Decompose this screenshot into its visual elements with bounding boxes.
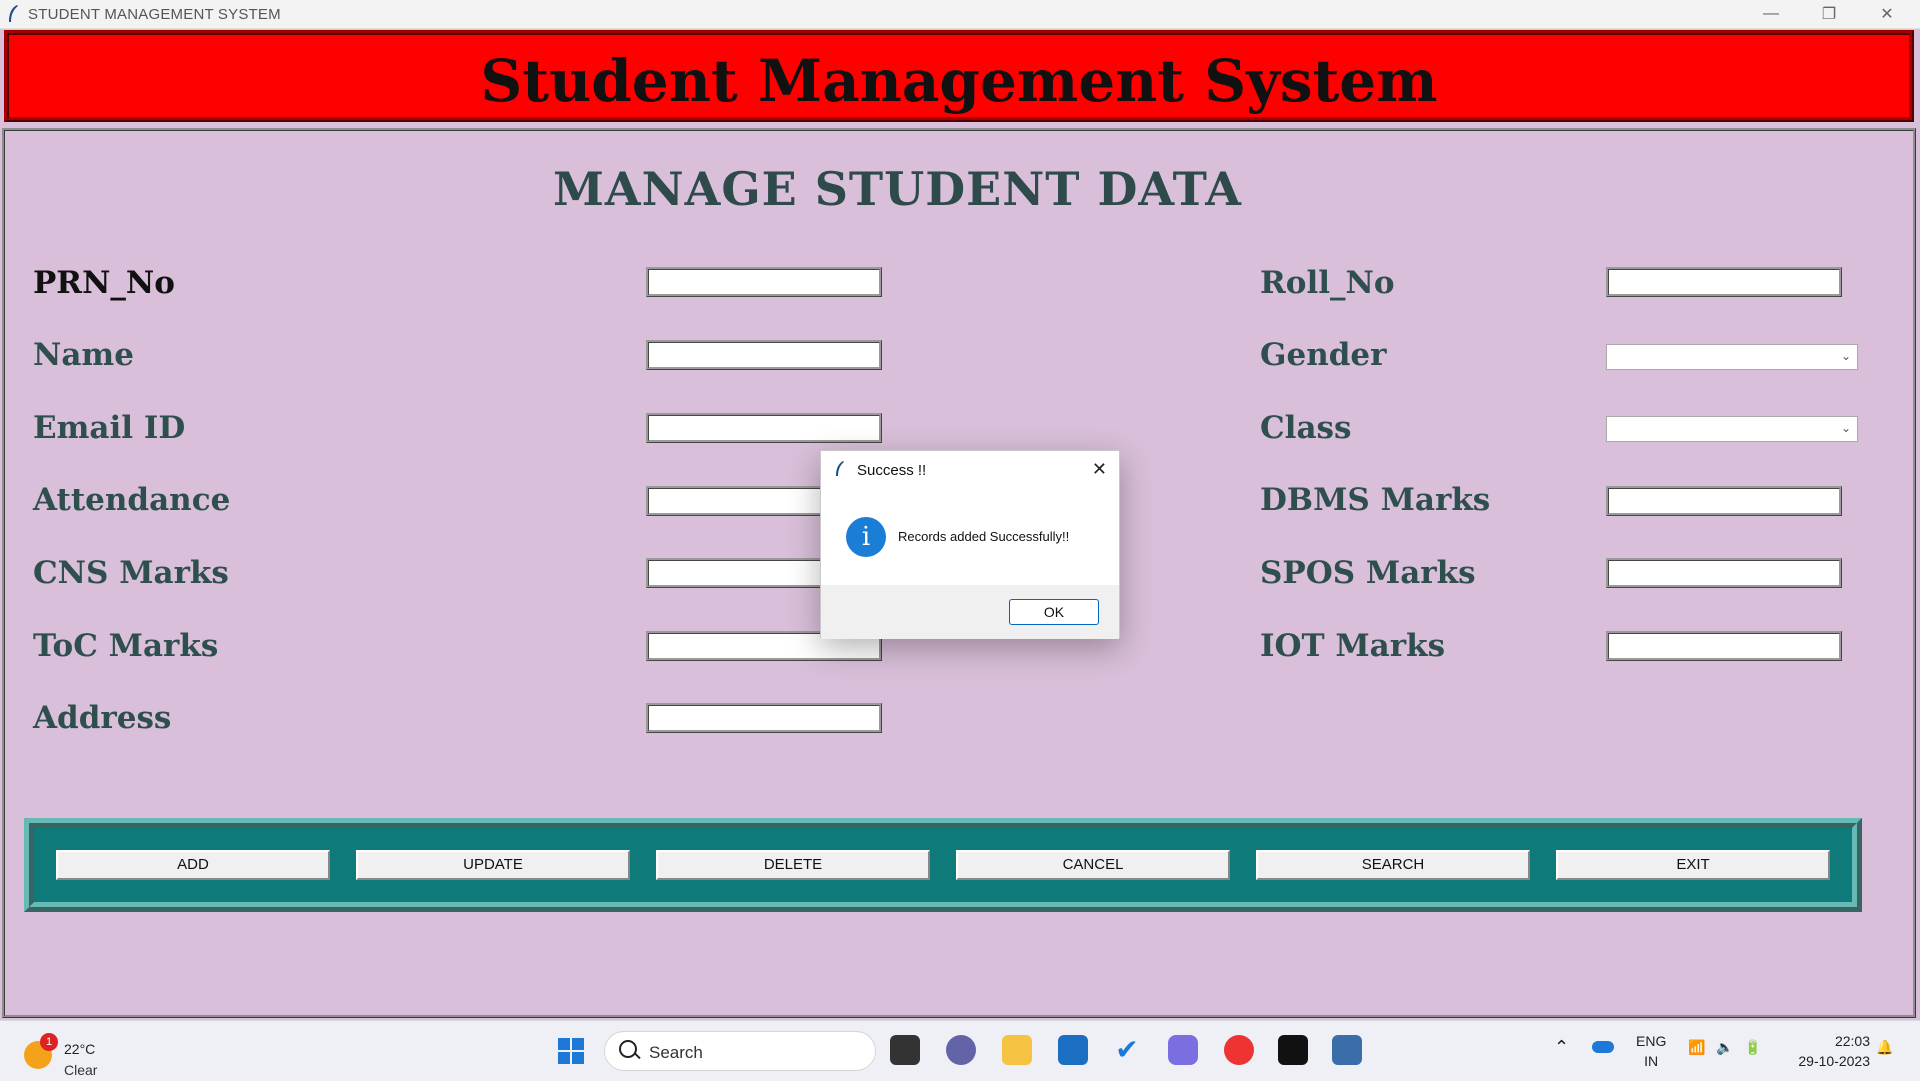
exit-button[interactable]: EXIT xyxy=(1556,850,1830,880)
info-icon: i xyxy=(846,517,886,557)
class-select[interactable]: ⌄ xyxy=(1606,416,1858,442)
dialog-message: Records added Successfully!! xyxy=(898,529,1070,544)
pycharm-icon[interactable] xyxy=(1278,1035,1308,1065)
label-iot-marks: IOT Marks xyxy=(1260,628,1446,664)
notification-bell-icon[interactable]: 🔔 xyxy=(1876,1039,1893,1056)
label-address: Address xyxy=(33,700,172,736)
label-cns-marks: CNS Marks xyxy=(33,555,229,591)
mail-icon[interactable] xyxy=(1058,1035,1088,1065)
update-button[interactable]: UPDATE xyxy=(356,850,630,880)
chevron-up-icon[interactable]: ⌃ xyxy=(1554,1037,1569,1058)
chevron-down-icon: ⌄ xyxy=(1840,421,1851,435)
label-spos-marks: SPOS Marks xyxy=(1260,555,1476,591)
dbms-marks-input[interactable] xyxy=(1606,486,1842,516)
search-button[interactable]: SEARCH xyxy=(1256,850,1530,880)
language-top: ENG xyxy=(1636,1033,1667,1049)
label-email-id: Email ID xyxy=(33,410,186,446)
window-title: STUDENT MANAGEMENT SYSTEM xyxy=(28,6,281,23)
dialog-body: i Records added Successfully!! xyxy=(821,489,1119,585)
delete-button[interactable]: DELETE xyxy=(656,850,930,880)
search-placeholder: Search xyxy=(649,1043,703,1062)
manage-title: MANAGE STUDENT DATA xyxy=(553,162,1242,216)
clock[interactable]: 22:03 29-10-2023 xyxy=(1780,1031,1870,1071)
ok-button[interactable]: OK xyxy=(1009,599,1099,625)
dialog-title: Success !! xyxy=(857,462,927,479)
minimize-button[interactable]: — xyxy=(1742,0,1800,28)
feather-icon xyxy=(836,461,844,476)
onedrive-icon[interactable] xyxy=(1592,1041,1614,1053)
address-input[interactable] xyxy=(646,703,882,733)
weather-condition: Clear xyxy=(64,1062,98,1078)
close-window-button[interactable]: ✕ xyxy=(1858,0,1916,28)
spos-marks-input[interactable] xyxy=(1606,558,1842,588)
chevron-down-icon: ⌄ xyxy=(1840,349,1851,363)
clock-date: 29-10-2023 xyxy=(1798,1053,1870,1069)
label-roll-no: Roll_No xyxy=(1260,265,1395,301)
battery-icon[interactable]: 🔋 xyxy=(1744,1039,1761,1056)
weather-widget[interactable]: 1 22°C Clear xyxy=(24,1031,124,1078)
windows-start-icon[interactable] xyxy=(556,1036,586,1066)
prn-no-input[interactable] xyxy=(646,267,882,297)
taskbar: 1 22°C Clear Search ✔ ⌃ ENG IN 📶 🔈 🔋 22:… xyxy=(0,1020,1920,1081)
wifi-icon[interactable]: 📶 xyxy=(1688,1039,1705,1056)
task-view-icon[interactable] xyxy=(890,1035,920,1065)
chrome-icon[interactable] xyxy=(1224,1035,1254,1065)
success-dialog: Success !! ✕ i Records added Successfull… xyxy=(820,450,1120,639)
label-dbms-marks: DBMS Marks xyxy=(1260,482,1491,518)
label-prn-no: PRN_No xyxy=(33,265,175,301)
feather-icon xyxy=(9,5,18,22)
app-heading: Student Management System xyxy=(480,47,1438,115)
weather-temp: 22°C xyxy=(64,1041,96,1057)
restore-button[interactable]: ❐ xyxy=(1800,0,1858,28)
copilot-icon[interactable] xyxy=(1168,1035,1198,1065)
email-id-input[interactable] xyxy=(646,413,882,443)
dialog-title-bar: Success !! ✕ xyxy=(821,451,1119,489)
file-explorer-icon[interactable] xyxy=(1002,1035,1032,1065)
iot-marks-input[interactable] xyxy=(1606,631,1842,661)
window-title-bar: STUDENT MANAGEMENT SYSTEM — ❐ ✕ xyxy=(0,0,1920,29)
roll-no-input[interactable] xyxy=(1606,267,1842,297)
label-class: Class xyxy=(1260,410,1352,446)
teams-icon[interactable] xyxy=(946,1035,976,1065)
clock-time: 22:03 xyxy=(1834,1033,1870,1049)
add-button[interactable]: ADD xyxy=(56,850,330,880)
python-icon[interactable] xyxy=(1332,1035,1362,1065)
notification-badge: 1 xyxy=(40,1033,58,1051)
taskbar-search[interactable]: Search xyxy=(604,1031,876,1071)
name-input[interactable] xyxy=(646,340,882,370)
label-name: Name xyxy=(33,337,134,373)
todo-icon[interactable]: ✔ xyxy=(1112,1035,1142,1065)
label-attendance: Attendance xyxy=(33,482,231,518)
search-icon xyxy=(619,1040,637,1058)
label-gender: Gender xyxy=(1260,337,1387,373)
header-banner: Student Management System xyxy=(4,30,1914,122)
volume-icon[interactable]: 🔈 xyxy=(1716,1039,1733,1056)
language-bottom: IN xyxy=(1644,1053,1659,1069)
close-icon[interactable]: ✕ xyxy=(1092,459,1107,480)
label-toc-marks: ToC Marks xyxy=(33,628,219,664)
cancel-button[interactable]: CANCEL xyxy=(956,850,1230,880)
gender-select[interactable]: ⌄ xyxy=(1606,344,1858,370)
dialog-footer: OK xyxy=(821,585,1119,639)
language-indicator[interactable]: ENG IN xyxy=(1636,1031,1666,1071)
